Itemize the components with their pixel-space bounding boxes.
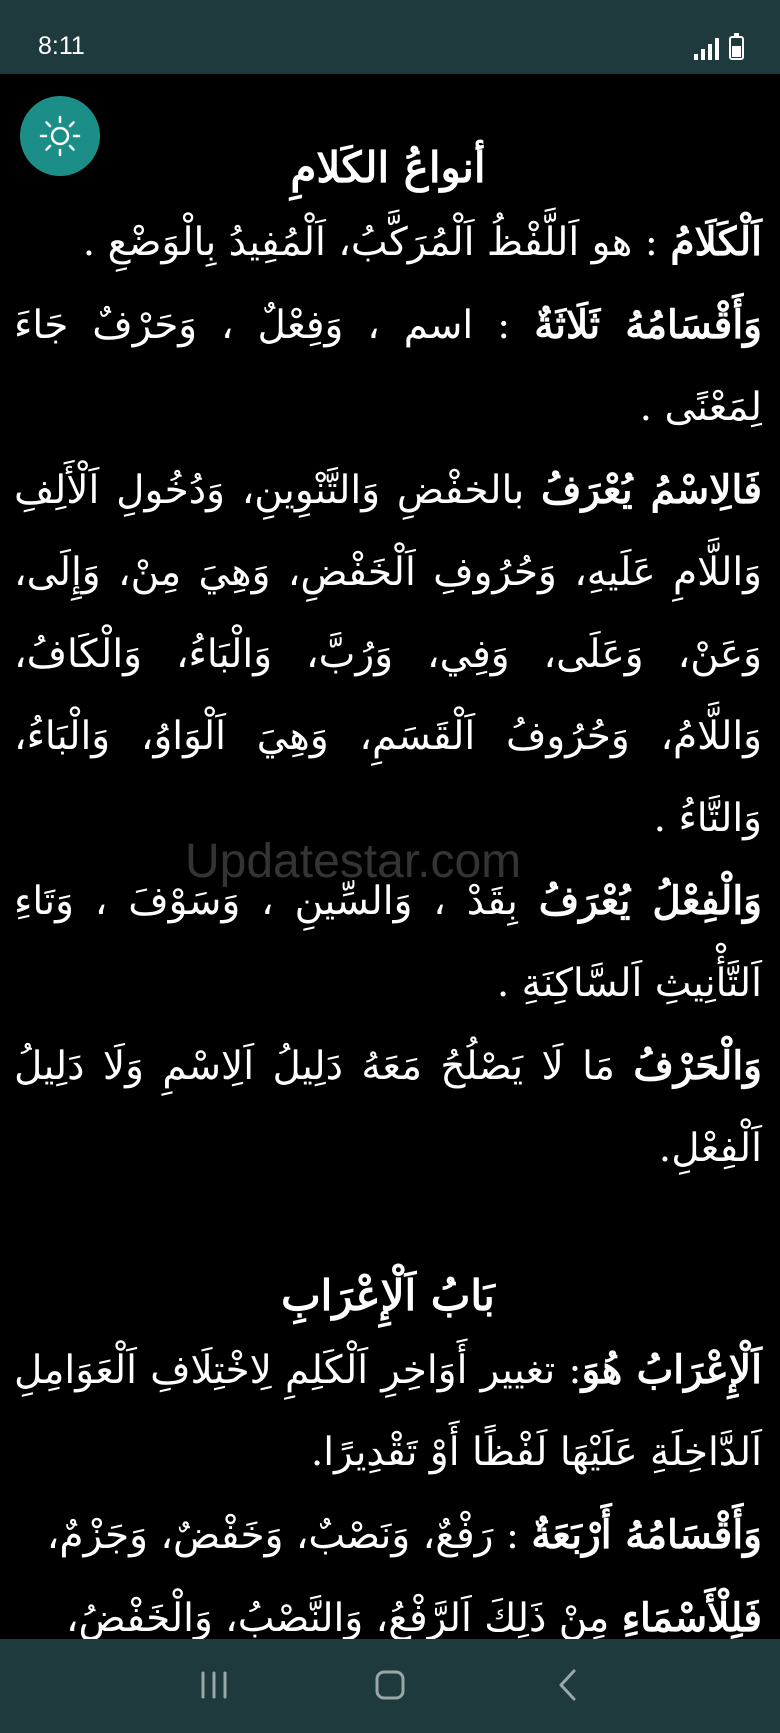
paragraph: وَالْفِعْلُ يُعْرَفُ بِقَدْ ، وَالسِّينِ… (14, 860, 762, 1025)
section-title: أنواعُ الكَلامِ (290, 143, 486, 192)
paragraph-label: وَالْفِعْلُ يُعْرَفُ (538, 878, 762, 925)
reader-content[interactable]: أنواعُ الكَلامِ اَلْكَلَامُ : هو اَللَّف… (0, 74, 780, 1639)
battery-icon (729, 33, 744, 60)
paragraph-label: اَلْإِعْرَابُ هُوَ (581, 1347, 762, 1394)
paragraph-text: : هو اَللَّفْظُ اَلْمُرَكَّبُ، اَلْمُفِي… (82, 220, 671, 266)
paragraph: فَلِلْأَسْمَاءِ مِنْ ذَلِكَ اَلرَّفْعُ، … (14, 1577, 762, 1639)
paragraph: وَالْحَرْفُ مَا لَا يَصْلُحُ مَعَهُ دَلِ… (14, 1025, 762, 1190)
sun-icon (39, 115, 81, 157)
back-icon (559, 1669, 576, 1701)
text-body: أنواعُ الكَلامِ اَلْكَلَامُ : هو اَللَّف… (14, 134, 762, 1639)
navigation-bar (0, 1639, 780, 1733)
section-title: بَابُ اَلْإِعْرَابِ (281, 1271, 495, 1321)
paragraph: وَأَقْسَامُهُ أَرْبَعَةٌ : رَفْعٌ، وَنَص… (14, 1494, 762, 1577)
status-time: 8:11 (38, 32, 85, 60)
recents-icon (201, 1671, 227, 1699)
home-button[interactable] (368, 1663, 412, 1707)
paragraph: فَالِاسْمُ يُعْرَفُ بالخفْضِ وَالتَّنْوِ… (14, 449, 762, 860)
paragraph: اَلْإِعْرَابُ هُوَ: تغيير أَوَاخِرِ اَلْ… (14, 1329, 762, 1494)
paragraph-label: وَالْحَرْفُ (633, 1043, 762, 1090)
paragraph: اَلْكَلَامُ : هو اَللَّفْظُ اَلْمُرَكَّب… (14, 201, 762, 284)
paragraph-label: فَلِلْأَسْمَاءِ (621, 1595, 762, 1639)
theme-toggle-button[interactable] (20, 96, 100, 176)
status-bar: 8:11 (0, 0, 780, 74)
paragraph-text: مِنْ ذَلِكَ اَلرَّفْعُ، وَالنَّصْبُ، وَا… (65, 1596, 622, 1639)
home-icon (375, 1670, 405, 1700)
paragraph-text: : رَفْعٌ، وَنَصْبٌ، وَخَفْضٌ، وَجَزْمٌ، (46, 1513, 532, 1559)
signal-icon (694, 38, 719, 60)
back-button[interactable] (546, 1663, 590, 1707)
status-icons (694, 33, 744, 60)
paragraph-label: وَأَقْسَامُهُ أَرْبَعَةٌ (531, 1512, 762, 1559)
recents-button[interactable] (192, 1663, 236, 1707)
paragraph: وَأَقْسَامُهُ ثَلَاثَةٌ : اسم ، وَفِعْلٌ… (14, 284, 762, 449)
paragraph-label: فَالِاسْمُ يُعْرَفُ (540, 467, 762, 514)
paragraph-text: بالخفْضِ وَالتَّنْوِينِ، وَدُخُولِ اَلْأ… (14, 468, 762, 842)
paragraph-label: اَلْكَلَامُ (670, 219, 762, 266)
paragraph-label: وَأَقْسَامُهُ ثَلَاثَةٌ (534, 302, 762, 349)
